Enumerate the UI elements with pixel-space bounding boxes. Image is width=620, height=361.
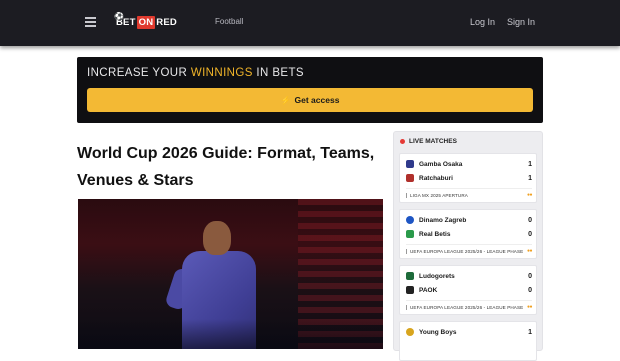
menu-icon[interactable] <box>85 17 96 27</box>
home-team-name: Gamba Osaka <box>419 160 463 168</box>
get-access-label: Get access <box>294 95 340 105</box>
logo-middle: ON <box>136 15 156 29</box>
team-crest-icon <box>406 216 414 224</box>
promo-text-after: IN BETS <box>256 67 304 79</box>
promo-text: INCREASE YOUR WINNINGS IN BETS <box>87 67 304 79</box>
live-matches-heading: LIVE MATCHES <box>400 138 457 145</box>
promo-text-before: INCREASE YOUR <box>87 67 188 79</box>
site-logo[interactable]: ⚽ BET ON RED <box>114 12 177 30</box>
get-access-button[interactable]: ⚡ Get access <box>87 88 533 112</box>
home-team-row: Young Boys 1 <box>406 328 532 336</box>
home-team-name: Young Boys <box>419 328 457 336</box>
team-crest-icon <box>406 272 414 280</box>
away-team-name: Ratchaburi <box>419 174 453 182</box>
article-title: World Cup 2026 Guide: Format, Teams, Ven… <box>77 145 375 189</box>
away-score: 0 <box>528 286 532 294</box>
promo-banner: INCREASE YOUR WINNINGS IN BETS ⚡ Get acc… <box>77 57 543 123</box>
match-card[interactable]: Gamba Osaka 1 Ratchaburi 1 LIGA MX 2025 … <box>399 153 537 203</box>
league-label: UEFA EUROPA LEAGUE 2025/26 - LEAGUE PHAS… <box>406 304 533 310</box>
promo-text-highlight: WINNINGS <box>190 67 253 79</box>
away-team-row: Real Betis 0 <box>406 230 532 238</box>
team-crest-icon <box>406 328 414 336</box>
article-hero-image[interactable] <box>78 199 383 349</box>
league-name: LIGA MX 2025 APERTURA <box>410 192 468 198</box>
logo-ball-icon: ⚽ <box>114 12 125 21</box>
away-team-name: PAOK <box>419 286 438 294</box>
logo-suffix: RED <box>156 16 177 28</box>
home-score: 0 <box>528 272 532 280</box>
login-button[interactable]: Log In <box>470 17 495 27</box>
away-score: 0 <box>528 230 532 238</box>
away-team-name: Real Betis <box>419 230 451 238</box>
league-label: UEFA EUROPA LEAGUE 2025/26 - LEAGUE PHAS… <box>406 248 533 254</box>
away-team-row: PAOK 0 <box>406 286 532 294</box>
nav-football-link[interactable]: Football <box>215 17 243 26</box>
home-team-row: Ludogorets 0 <box>406 272 532 280</box>
team-crest-icon <box>406 174 414 182</box>
live-matches-panel: LIVE MATCHES Gamba Osaka 1 Ratchaburi 1 … <box>393 131 543 361</box>
league-name: UEFA EUROPA LEAGUE 2025/26 - LEAGUE PHAS… <box>410 248 524 254</box>
live-heading-text: LIVE MATCHES <box>409 138 457 145</box>
league-label: LIGA MX 2025 APERTURA ●● <box>406 192 533 198</box>
home-team-name: Dinamo Zagreb <box>419 216 467 224</box>
top-navigation-bar: ⚽ BET ON RED Football Log In Sign In <box>0 0 620 46</box>
home-team-row: Dinamo Zagreb 0 <box>406 216 532 224</box>
team-crest-icon <box>406 286 414 294</box>
signin-button[interactable]: Sign In <box>507 17 535 27</box>
home-score: 1 <box>528 328 532 336</box>
away-score: 1 <box>528 174 532 182</box>
home-score: 1 <box>528 160 532 168</box>
match-card[interactable]: Young Boys 1 <box>399 321 537 361</box>
home-team-row: Gamba Osaka 1 <box>406 160 532 168</box>
team-crest-icon <box>406 160 414 168</box>
live-indicator-icon: ●● <box>526 248 533 254</box>
live-indicator-icon: ●● <box>526 192 533 198</box>
league-name: UEFA EUROPA LEAGUE 2025/26 - LEAGUE PHAS… <box>410 304 524 310</box>
away-team-row: Ratchaburi 1 <box>406 174 532 182</box>
match-card[interactable]: Ludogorets 0 PAOK 0 UEFA EUROPA LEAGUE 2… <box>399 265 537 315</box>
live-dot-icon <box>400 139 405 144</box>
live-indicator-icon: ●● <box>526 304 533 310</box>
home-score: 0 <box>528 216 532 224</box>
lightning-icon: ⚡ <box>280 95 291 105</box>
home-team-name: Ludogorets <box>419 272 455 280</box>
team-crest-icon <box>406 230 414 238</box>
match-card[interactable]: Dinamo Zagreb 0 Real Betis 0 UEFA EUROPA… <box>399 209 537 259</box>
